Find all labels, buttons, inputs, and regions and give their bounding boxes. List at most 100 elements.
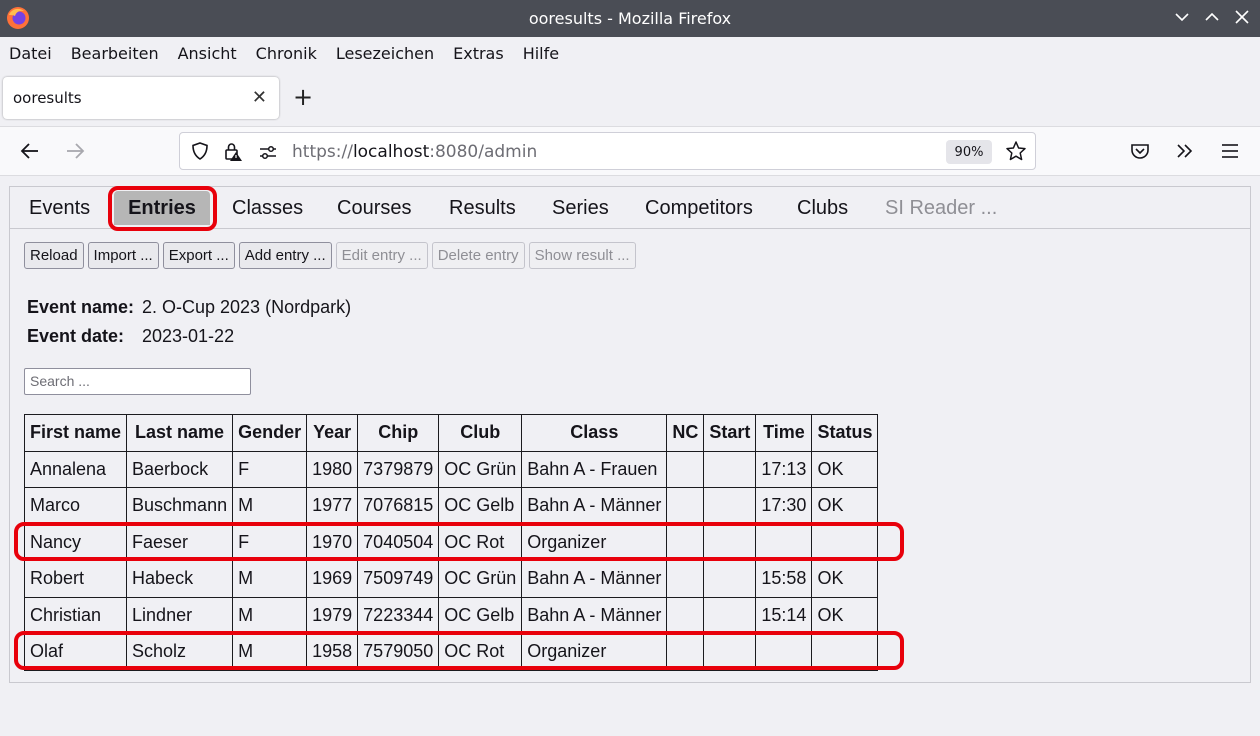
menu-extras[interactable]: Extras [453,44,504,63]
entries-table-body: Annalena Baerbock F 1980 7379879 OC Grün… [23,450,879,671]
cell: 1970 [306,523,359,561]
site-permissions-icon[interactable] [258,142,278,162]
tab-entries[interactable]: Entries [114,191,210,225]
maximize-icon[interactable] [1203,8,1221,26]
tab-events[interactable]: Events [29,197,90,220]
new-tab-icon[interactable]: + [293,83,313,111]
page-content: Events Entries Classes Courses Results S… [9,186,1251,683]
cell: OC Rot [438,633,523,671]
close-window-icon[interactable] [1233,8,1251,26]
cell: Bahn A - Männer [521,560,668,598]
tab-clubs[interactable]: Clubs [797,197,848,220]
menu-hilfe[interactable]: Hilfe [523,44,559,63]
hamburger-menu-icon[interactable] [1219,140,1241,162]
show-result-button[interactable]: Show result ... [528,242,636,269]
back-arrow-icon[interactable] [19,140,41,162]
cell: Bahn A - Frauen [521,450,668,488]
cell [666,523,705,561]
shield-icon[interactable] [190,141,210,161]
table-row[interactable]: Christian Lindner M 1979 7223344 OC Gelb… [23,596,879,634]
cell: Olaf [23,633,128,671]
column-header[interactable]: Start [703,414,757,452]
cell [666,487,705,525]
tab-results[interactable]: Results [449,197,516,220]
table-row[interactable]: Nancy Faeser F 1970 7040504 OC Rot Organ… [23,523,879,561]
menu-datei[interactable]: Datei [9,44,52,63]
bookmark-star-icon[interactable] [1005,140,1027,162]
column-header[interactable]: Time [755,414,813,452]
minimize-icon[interactable] [1173,8,1191,26]
cell [666,633,705,671]
add-entry-button[interactable]: Add entry ... [238,242,332,269]
cell [755,633,813,671]
column-header[interactable]: Status [811,414,879,452]
cell: OC Gelb [438,596,523,634]
event-name-label: Event name: [27,297,135,317]
column-header[interactable]: Last name [126,414,234,452]
reload-button[interactable]: Reload [24,242,84,269]
cell [666,596,705,634]
cell: OK [811,560,879,598]
delete-entry-button[interactable]: Delete entry [431,242,525,269]
edit-entry-button[interactable]: Edit entry ... [335,242,428,269]
cell [703,450,757,488]
url-text[interactable]: https://localhost:8080/admin [292,142,537,162]
cell [811,523,879,561]
cell: 7509749 [357,560,440,598]
cell: 1980 [306,450,359,488]
menu-chronik[interactable]: Chronik [256,44,317,63]
import-button[interactable]: Import ... [87,242,159,269]
cell: OC Gelb [438,487,523,525]
column-header[interactable]: First name [23,414,128,452]
cell: 1979 [306,596,359,634]
browser-tab[interactable]: ooresults ✕ [3,77,279,119]
forward-arrow-icon[interactable] [64,140,86,162]
cell [703,487,757,525]
menu-lesezeichen[interactable]: Lesezeichen [336,44,434,63]
tab-series[interactable]: Series [552,197,609,220]
column-header[interactable]: Gender [232,414,308,452]
app-tab-bar: Events Entries Classes Courses Results S… [10,187,1250,229]
cell [703,633,757,671]
search-input[interactable]: Search ... [24,368,251,395]
cell: M [232,560,308,598]
column-header[interactable]: NC [666,414,705,452]
close-tab-icon[interactable]: ✕ [252,87,267,108]
tab-courses[interactable]: Courses [337,197,411,220]
column-header[interactable]: Class [521,414,668,452]
table-row[interactable]: Robert Habeck M 1969 7509749 OC Grün Bah… [23,560,879,598]
browser-tab-title: ooresults [13,89,82,107]
tab-competitors[interactable]: Competitors [645,197,753,220]
overflow-chevrons-icon[interactable] [1174,140,1196,162]
cell: 7040504 [357,523,440,561]
insecure-lock-icon[interactable] [222,140,244,162]
column-header[interactable]: Year [306,414,359,452]
cell: 17:30 [755,487,813,525]
cell: 7076815 [357,487,440,525]
tab-classes[interactable]: Classes [232,197,303,220]
url-bar[interactable]: https://localhost:8080/admin 90% [179,132,1036,170]
cell: Robert [23,560,128,598]
cell: OK [811,450,879,488]
menu-ansicht[interactable]: Ansicht [178,44,237,63]
cell: Faeser [126,523,234,561]
cell: F [232,450,308,488]
cell: Scholz [126,633,234,671]
event-info: Event name: 2. O-Cup 2023 (Nordpark) Eve… [27,293,351,351]
zoom-level-badge[interactable]: 90% [946,140,992,164]
firefox-logo-icon [7,7,29,29]
column-header[interactable]: Club [438,414,523,452]
table-row[interactable]: Annalena Baerbock F 1980 7379879 OC Grün… [23,450,879,488]
column-header[interactable]: Chip [357,414,440,452]
export-button[interactable]: Export ... [162,242,235,269]
table-row[interactable]: Olaf Scholz M 1958 7579050 OC Rot Organi… [23,633,879,671]
cell: 1977 [306,487,359,525]
event-name-row: Event name: 2. O-Cup 2023 (Nordpark) [27,293,351,322]
menu-bearbeiten[interactable]: Bearbeiten [71,44,159,63]
cell: 15:58 [755,560,813,598]
tab-si-reader[interactable]: SI Reader ... [885,197,997,220]
pocket-icon[interactable] [1129,140,1151,162]
cell [703,523,757,561]
cell: 15:14 [755,596,813,634]
table-row[interactable]: Marco Buschmann M 1977 7076815 OC Gelb B… [23,487,879,525]
